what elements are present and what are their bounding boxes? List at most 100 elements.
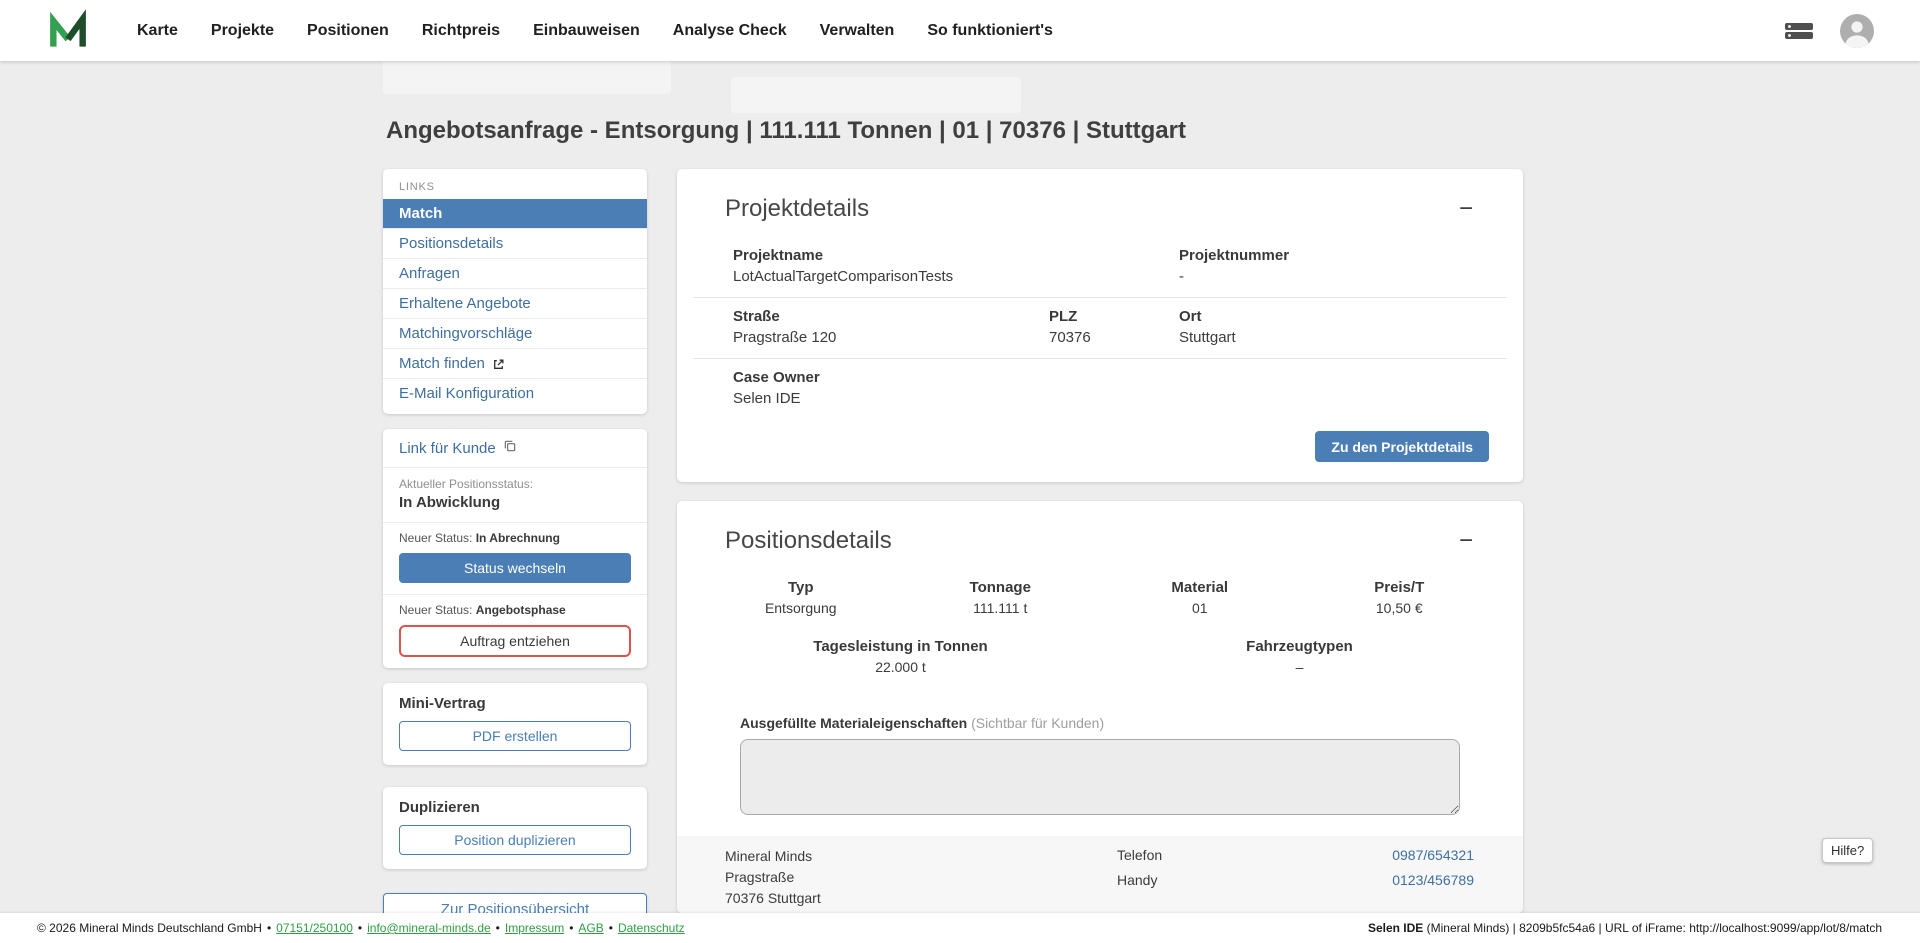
nav-analyse-check[interactable]: Analyse Check xyxy=(673,22,787,40)
projektdetails-header: Projektdetails − xyxy=(677,169,1523,237)
plz-label: PLZ xyxy=(1049,308,1179,325)
page-title: Angebotsanfrage - Entsorgung | 111.111 T… xyxy=(386,117,1186,145)
nav-positionen[interactable]: Positionen xyxy=(307,22,389,40)
main-content: Projektdetails − Projektname LotActualTa… xyxy=(677,169,1523,932)
projektname-label: Projektname xyxy=(733,247,1179,264)
current-status-value: In Abwicklung xyxy=(399,494,631,511)
adresse-row: Straße Pragstraße 120 PLZ 70376 Ort Stut… xyxy=(693,297,1507,358)
fahrzeugtypen-label: Fahrzeugtypen xyxy=(1100,638,1499,655)
auftrag-entziehen-button[interactable]: Auftrag entziehen xyxy=(399,625,631,657)
projektnummer-value: - xyxy=(1179,268,1467,285)
case-owner-label: Case Owner xyxy=(733,369,1467,386)
footer-impressum-link[interactable]: Impressum xyxy=(505,921,564,935)
current-status-label: Aktueller Positionsstatus: xyxy=(399,477,631,491)
projektname-value: LotActualTargetComparisonTests xyxy=(733,268,1179,285)
nav-richtpreis[interactable]: Richtpreis xyxy=(422,22,500,40)
projektnummer-label: Projektnummer xyxy=(1179,247,1467,264)
copyright-text: © 2026 Mineral Minds Deutschland GmbH xyxy=(37,921,262,935)
mini-vertrag-card: Mini-Vertrag PDF erstellen xyxy=(383,683,647,765)
duplizieren-card: Duplizieren Position duplizieren xyxy=(383,787,647,869)
strasse-value: Pragstraße 120 xyxy=(733,329,1049,346)
phone-label: Telefon xyxy=(1117,847,1162,863)
materialeigenschaften-label: Ausgefüllte Materialeigenschaften (Sicht… xyxy=(740,715,1460,731)
zu-den-projektdetails-button[interactable]: Zu den Projektdetails xyxy=(1315,431,1489,462)
next-status-block-1: Neuer Status: In Abrechnung Status wechs… xyxy=(383,523,647,594)
nav-karte[interactable]: Karte xyxy=(137,22,178,40)
footer-left: © 2026 Mineral Minds Deutschland GmbH • … xyxy=(37,921,685,935)
material-value: 01 xyxy=(1100,600,1300,616)
sidebar-item-label: Positionsdetails xyxy=(399,235,503,252)
projekt-row: Projektname LotActualTargetComparisonTes… xyxy=(693,237,1507,297)
links-card: LINKS Match Positionsdetails Anfragen Er… xyxy=(383,169,647,414)
session-info: Selen IDE (Mineral Minds) | 8209b5fc54a6… xyxy=(1368,921,1882,935)
materialeigenschaften-textarea[interactable] xyxy=(740,739,1460,815)
footer-datenschutz-link[interactable]: Datenschutz xyxy=(618,921,685,935)
fahrzeugtypen-value: – xyxy=(1100,659,1499,675)
projektdetails-actions: Zu den Projektdetails xyxy=(677,419,1523,482)
sidebar-item-label: Matchingvorschläge xyxy=(399,325,532,342)
nav-so-funktionierts[interactable]: So funktioniert's xyxy=(927,22,1053,40)
contact-company: Mineral Minds xyxy=(725,846,821,867)
status-wechseln-button[interactable]: Status wechseln xyxy=(399,553,631,583)
nav-einbauweisen[interactable]: Einbauweisen xyxy=(533,22,640,40)
mineral-minds-logo-icon[interactable] xyxy=(46,9,90,53)
specs-row-1: Typ Entsorgung Tonnage 111.111 t Materia… xyxy=(677,579,1523,616)
tonnage-value: 111.111 t xyxy=(901,600,1101,616)
collapse-icon[interactable]: − xyxy=(1453,195,1479,223)
case-owner-row: Case Owner Selen IDE xyxy=(693,358,1507,419)
next-status-label: Neuer Status: Angebotsphase xyxy=(399,603,631,617)
ort-label: Ort xyxy=(1179,308,1467,325)
contact-address: Mineral Minds Pragstraße 70376 Stuttgart xyxy=(725,846,821,909)
nav-verwalten[interactable]: Verwalten xyxy=(820,22,895,40)
sidebar-item-match-finden[interactable]: Match finden xyxy=(383,348,647,378)
materialeigenschaften-section: Ausgefüllte Materialeigenschaften (Sicht… xyxy=(677,715,1523,820)
link-fuer-kunde[interactable]: Link für Kunde xyxy=(383,429,647,468)
pdf-erstellen-button[interactable]: PDF erstellen xyxy=(399,721,631,751)
positionsdetails-card: Positionsdetails − Typ Entsorgung Tonnag… xyxy=(677,501,1523,913)
status-card: Link für Kunde Aktueller Positionsstatus… xyxy=(383,429,647,668)
footer-email-link[interactable]: info@mineral-minds.de xyxy=(367,921,491,935)
mobile-link[interactable]: 0123/456789 xyxy=(1392,872,1474,888)
tonnage-label: Tonnage xyxy=(901,579,1101,596)
contact-street: Pragstraße xyxy=(725,867,821,888)
typ-label: Typ xyxy=(701,579,901,596)
position-duplizieren-button[interactable]: Position duplizieren xyxy=(399,825,631,855)
sidebar-item-positionsdetails[interactable]: Positionsdetails xyxy=(383,228,647,258)
nav-projekte[interactable]: Projekte xyxy=(211,22,274,40)
plz-value: 70376 xyxy=(1049,329,1179,346)
projektdetails-title: Projektdetails xyxy=(725,195,869,223)
external-link-icon xyxy=(492,358,505,371)
mobile-row: Handy 0123/456789 xyxy=(1117,872,1474,888)
sidebar-item-label: E-Mail Konfiguration xyxy=(399,385,534,402)
sidebar-item-label: Match finden xyxy=(399,355,485,372)
footer-agb-link[interactable]: AGB xyxy=(578,921,603,935)
strasse-label: Straße xyxy=(733,308,1049,325)
material-label: Material xyxy=(1100,579,1300,596)
positionsdetails-header: Positionsdetails − xyxy=(677,501,1523,569)
typ-value: Entsorgung xyxy=(701,600,901,616)
collapse-icon[interactable]: − xyxy=(1453,527,1479,555)
server-icon[interactable] xyxy=(1784,20,1814,42)
sidebar-item-anfragen[interactable]: Anfragen xyxy=(383,258,647,288)
next-status-block-2: Neuer Status: Angebotsphase Auftrag entz… xyxy=(383,594,647,668)
contact-city: 70376 Stuttgart xyxy=(725,888,821,909)
user-avatar-icon[interactable] xyxy=(1840,14,1874,48)
footer-phone-link[interactable]: 07151/250100 xyxy=(276,921,353,935)
sidebar-item-label: Anfragen xyxy=(399,265,460,282)
sidebar-item-erhaltene-angebote[interactable]: Erhaltene Angebote xyxy=(383,288,647,318)
app-window: Karte Projekte Positionen Richtpreis Ein… xyxy=(0,0,1920,943)
customer-link-label: Link für Kunde xyxy=(399,440,496,457)
links-card-header: LINKS xyxy=(383,173,647,199)
phone-link[interactable]: 0987/654321 xyxy=(1392,847,1474,863)
hilfe-button[interactable]: Hilfe? xyxy=(1822,838,1873,863)
duplizieren-title: Duplizieren xyxy=(399,799,631,816)
sidebar-item-matchingvorschlaege[interactable]: Matchingvorschläge xyxy=(383,318,647,348)
contact-numbers: Telefon 0987/654321 Handy 0123/456789 xyxy=(1117,846,1474,909)
main-nav: Karte Projekte Positionen Richtpreis Ein… xyxy=(137,22,1053,40)
case-owner-value: Selen IDE xyxy=(733,390,1467,407)
phone-row: Telefon 0987/654321 xyxy=(1117,847,1474,863)
sidebar-item-match[interactable]: Match xyxy=(383,199,647,228)
navbar-right xyxy=(1784,14,1874,48)
tagesleistung-value: 22.000 t xyxy=(701,659,1100,675)
sidebar-item-email-konfiguration[interactable]: E-Mail Konfiguration xyxy=(383,378,647,408)
